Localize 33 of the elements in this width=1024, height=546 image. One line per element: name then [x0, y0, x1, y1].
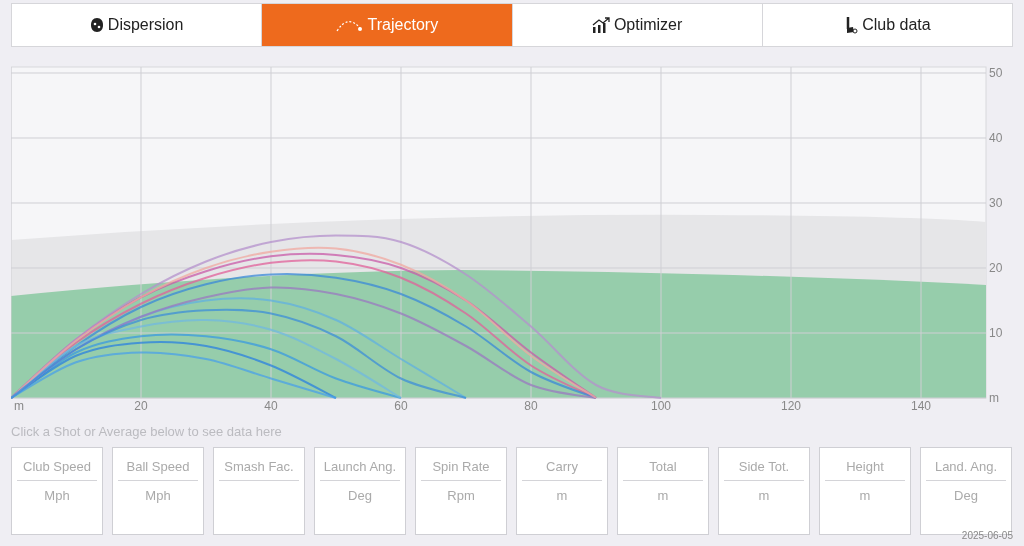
stat-label: Club Speed — [23, 457, 91, 476]
stat-label: Land. Ang. — [934, 457, 998, 476]
stat-unit: m — [556, 487, 568, 505]
y-axis-label: m — [989, 391, 999, 405]
stat-label: Total — [649, 457, 677, 476]
stat-label: Height — [846, 457, 884, 476]
stat-unit: Deg — [954, 487, 978, 505]
stat-unit: Mph — [145, 487, 171, 505]
stat-unit: m — [657, 487, 669, 505]
stat-unit: m — [859, 487, 871, 505]
stat-unit: Deg — [348, 487, 372, 505]
x-axis-label: 60 — [394, 399, 408, 413]
stat-unit: Rpm — [447, 487, 475, 505]
x-axis-label: m — [14, 399, 24, 413]
y-axis-label: 40 — [989, 131, 1003, 145]
y-axis-label: 20 — [989, 261, 1003, 275]
x-axis-label: 20 — [134, 399, 148, 413]
y-axis-label: 10 — [989, 326, 1003, 340]
x-axis-label: 140 — [911, 399, 931, 413]
stat-label: Spin Rate — [432, 457, 490, 476]
stat-label: Carry — [546, 457, 578, 476]
stat-label: Smash Fac. — [224, 457, 294, 476]
stat-label: Side Tot. — [738, 457, 790, 476]
x-axis-label: 40 — [264, 399, 278, 413]
x-axis-label: 120 — [781, 399, 801, 413]
stat-unit: m — [758, 487, 770, 505]
stat-label: Ball Speed — [126, 457, 190, 476]
x-axis-label: 80 — [524, 399, 538, 413]
x-axis-label: 100 — [651, 399, 671, 413]
y-axis-label: 30 — [989, 196, 1003, 210]
stat-label: Launch Ang. — [323, 457, 397, 476]
stat-unit: Mph — [44, 487, 70, 505]
y-axis-label: 50 — [989, 66, 1003, 80]
